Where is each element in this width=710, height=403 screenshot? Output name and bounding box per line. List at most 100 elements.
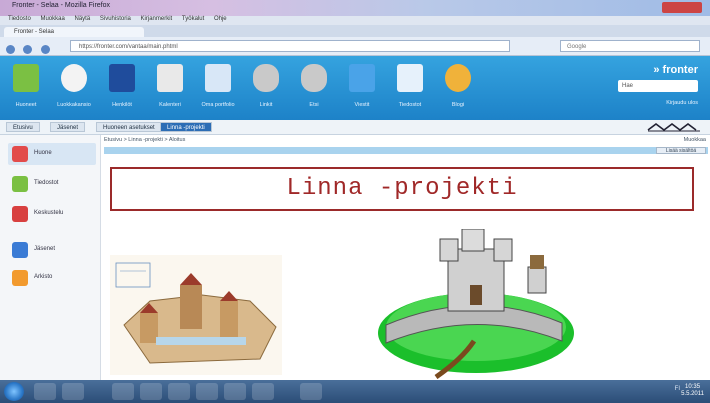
reload-icon[interactable]	[40, 45, 50, 54]
save-icon	[109, 64, 135, 92]
back-icon[interactable]	[6, 45, 15, 54]
taskbar-app-icon[interactable]	[112, 383, 134, 400]
tab-huoneen-asetukset[interactable]: Huoneen asetukset	[96, 122, 162, 132]
address-bar: https://fronter.com/vantaa/main.phtml Go…	[0, 37, 710, 56]
taskbar-app4-icon[interactable]	[252, 383, 274, 400]
url-input[interactable]: https://fronter.com/vantaa/main.phtml	[70, 40, 510, 52]
toolbar-label: Blogi	[451, 102, 465, 108]
toolbar-label: Henkilöt	[112, 102, 132, 108]
logout-link[interactable]: Kirjaudu ulos	[666, 100, 698, 106]
link2-icon	[301, 64, 327, 92]
breadcrumb: Etusivu > Linna -projekti > Aloitus	[104, 137, 186, 143]
toolbar-label: Huoneet	[15, 102, 37, 108]
taskbar-firefox-icon[interactable]	[168, 383, 190, 400]
sidebar-item-jasenet[interactable]: Jäsenet	[8, 239, 96, 261]
tab-jasenet[interactable]: Jäsenet	[50, 122, 86, 132]
menu-history[interactable]: Sivuhistoria	[100, 16, 131, 22]
sidebar-item-huone[interactable]: Huone	[8, 143, 96, 165]
notes-icon	[205, 64, 231, 92]
toolbar-item-linkit[interactable]: Linkit	[242, 62, 290, 116]
taskbar-clock[interactable]: 10:35 5.5.2011	[681, 384, 704, 398]
toolbar-item-viestit[interactable]: Viestit	[338, 62, 386, 116]
sidebar-item-label: Keskustelu	[34, 210, 64, 216]
person-icon	[12, 242, 28, 258]
mail-icon	[61, 64, 87, 92]
content-header-bar	[104, 147, 708, 154]
menu-bookmarks[interactable]: Kirjanmerkit	[141, 16, 173, 22]
edit-controls[interactable]: Muokkaa	[684, 137, 706, 143]
add-content-button[interactable]: Lisää sisältöä	[656, 147, 706, 154]
toolbar-label: Tiedostot	[398, 102, 422, 108]
toolbar-item-etsi[interactable]: Etsi	[290, 62, 338, 116]
room-logo-icon	[647, 123, 700, 132]
toolbar-label: Linkit	[259, 102, 273, 108]
toolbar-label: Oma portfolio	[201, 102, 235, 108]
door-icon	[13, 64, 39, 92]
toolbar-item-kalenteri[interactable]: Kalenteri	[146, 62, 194, 116]
taskbar-app3-icon[interactable]	[224, 383, 246, 400]
taskbar-app2-icon[interactable]	[196, 383, 218, 400]
browser-tab[interactable]: Fronter - Selaa	[4, 27, 144, 37]
forward-icon[interactable]	[23, 45, 33, 54]
toolbar-label: Kalenteri	[159, 102, 181, 108]
brand-text: fronter	[662, 64, 698, 76]
menu-tools[interactable]: Työkalut	[182, 16, 204, 22]
start-button-icon[interactable]	[4, 382, 24, 401]
sidebar-item-label: Huone	[34, 150, 52, 156]
window-controls[interactable]	[662, 2, 702, 13]
page-banner: Linna -projekti	[110, 167, 694, 211]
taskbar-app5-icon[interactable]	[300, 383, 322, 400]
chat-icon	[349, 64, 375, 92]
browser-search-input[interactable]: Google	[560, 40, 700, 52]
sidebar: Huone Tiedostot Keskustelu Jäsenet Arkis…	[0, 135, 101, 380]
room-subnav: Etusivu Jäsenet Huoneen asetukset Linna …	[0, 120, 710, 135]
tab-etusivu[interactable]: Etusivu	[6, 122, 40, 132]
browser-tab-row: Fronter - Selaa	[0, 25, 710, 37]
menubar: Tiedosto Muokkaa Näytä Sivuhistoria Kirj…	[0, 16, 710, 25]
nav-buttons	[6, 41, 66, 54]
toolbar-item-huoneet[interactable]: Huoneet	[2, 62, 50, 116]
toolbar-label: Viestit	[354, 102, 370, 108]
toolbar-label: Luokkakansio	[57, 102, 91, 108]
taskbar-mediaplayer-icon[interactable]	[62, 383, 84, 400]
toolbar-item-portfolio[interactable]: Oma portfolio	[194, 62, 242, 116]
sidebar-item-label: Arkisto	[34, 274, 53, 280]
main-content: Etusivu > Linna -projekti > Aloitus Muok…	[104, 135, 710, 380]
window-titlebar: Fronter - Selaa - Mozilla Firefox	[0, 0, 710, 16]
docs-icon	[397, 64, 423, 92]
toolbar-search-input[interactable]: Hae	[618, 80, 698, 92]
menu-help[interactable]: Ohje	[214, 16, 227, 22]
sidebar-item-arkisto[interactable]: Arkisto	[8, 267, 96, 289]
fronter-toolbar: Huoneet Luokkakansio Henkilöt Kalenteri …	[0, 56, 710, 120]
castle-drawing-image	[110, 255, 282, 375]
home-icon	[12, 146, 28, 162]
window-title: Fronter - Selaa - Mozilla Firefox	[12, 2, 111, 9]
fronter-logo: » fronter	[653, 64, 698, 76]
sidebar-item-keskustelu[interactable]: Keskustelu	[8, 203, 96, 225]
taskbar-explorer-icon[interactable]	[34, 383, 56, 400]
system-tray[interactable]: FI	[675, 386, 680, 392]
link-icon	[253, 64, 279, 92]
menu-view[interactable]: Näytä	[75, 16, 91, 22]
toolbar-item-tiedostot[interactable]: Tiedostot	[386, 62, 434, 116]
puzzle-icon	[445, 64, 471, 92]
menu-edit[interactable]: Muokkaa	[40, 16, 64, 22]
clock-time: 10:35	[685, 384, 701, 390]
taskbar-folder-icon[interactable]	[140, 383, 162, 400]
tab-linna-projekti[interactable]: Linna -projekti	[160, 122, 212, 132]
calendar-icon	[157, 64, 183, 92]
taskbar: FI 10:35 5.5.2011	[0, 380, 710, 403]
folder-icon	[12, 270, 28, 286]
sidebar-item-tiedostot[interactable]: Tiedostot	[8, 173, 96, 195]
people-icon	[12, 206, 28, 222]
page-title: Linna -projekti	[286, 175, 518, 202]
clock-date: 5.5.2011	[681, 391, 704, 397]
folder-doc-icon	[12, 176, 28, 192]
toolbar-item-luokkakansio[interactable]: Luokkakansio	[50, 62, 98, 116]
toolbar-item-blogi[interactable]: Blogi	[434, 62, 482, 116]
toolbar-item-henkilot[interactable]: Henkilöt	[98, 62, 146, 116]
sidebar-item-label: Tiedostot	[34, 180, 59, 186]
menu-file[interactable]: Tiedosto	[8, 16, 31, 22]
castle-clipart-image	[378, 229, 574, 379]
sidebar-item-label: Jäsenet	[34, 246, 56, 252]
